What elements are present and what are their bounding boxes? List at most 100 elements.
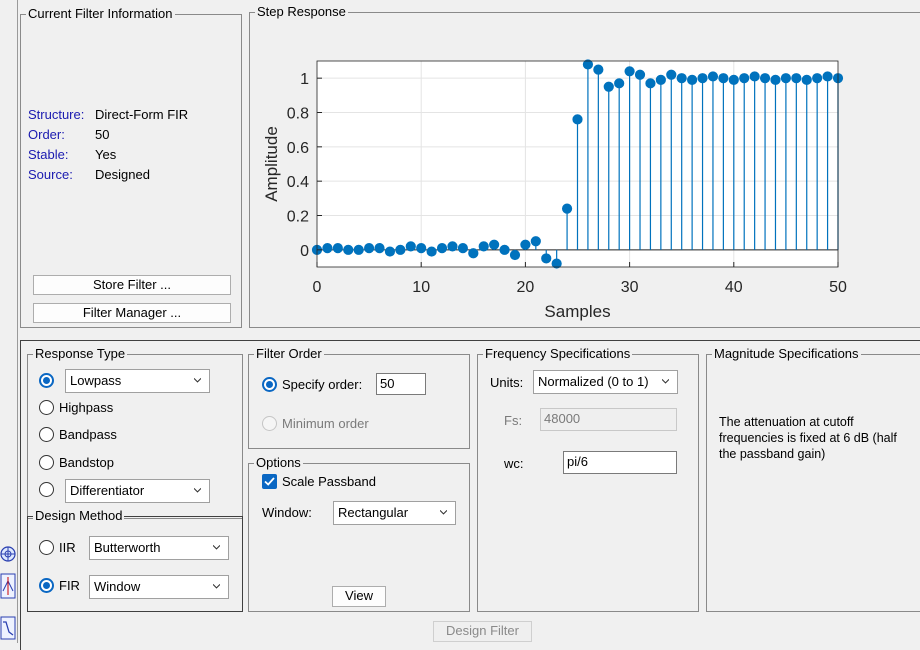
- units-select[interactable]: Normalized (0 to 1): [533, 370, 678, 394]
- stem-marker: [322, 243, 333, 254]
- stem-marker: [489, 239, 500, 250]
- y-tick-label: 0.6: [287, 140, 309, 157]
- specify-order-label: Specify order:: [282, 377, 363, 392]
- frequency-specs-title: Frequency Specifications: [483, 346, 633, 362]
- options-title: Options: [254, 455, 303, 471]
- lowpass-select[interactable]: Lowpass: [65, 369, 210, 393]
- magnitude-plot-icon[interactable]: [0, 616, 16, 640]
- units-label: Units:: [490, 375, 524, 390]
- left-edge-line: [17, 0, 18, 643]
- stem-marker: [645, 78, 656, 89]
- response-type-title: Response Type: [33, 346, 128, 362]
- x-tick-label: 30: [621, 279, 639, 296]
- x-tick-label: 40: [725, 279, 743, 296]
- stem-marker: [770, 74, 781, 85]
- minimum-order-radio[interactable]: [262, 416, 277, 431]
- y-tick-label: 0.8: [287, 106, 309, 123]
- stem-marker: [509, 249, 521, 261]
- fir-radio[interactable]: [39, 578, 54, 593]
- x-axis-label: Samples: [544, 302, 610, 321]
- design-filter-button[interactable]: Design Filter: [433, 621, 532, 642]
- x-tick-label: 20: [517, 279, 535, 296]
- step-response-chart: 0 10 20 30 40 50 0 0.2 0.4 0.6 0.8 1 Samples Amplitud…: [262, 59, 847, 321]
- order-value: 50: [95, 127, 110, 142]
- order-input[interactable]: 50: [376, 373, 426, 395]
- iir-radio[interactable]: [39, 540, 54, 555]
- scale-passband-checkbox[interactable]: [262, 474, 277, 489]
- stem-marker: [676, 73, 687, 84]
- iir-label: IIR: [59, 540, 76, 555]
- design-method-title: Design Method: [33, 508, 125, 524]
- bandpass-radio[interactable]: [39, 427, 54, 442]
- y-axis-label: Amplitude: [262, 126, 281, 202]
- stem-marker: [436, 243, 448, 254]
- y-tick-label: 0.4: [287, 174, 309, 191]
- stem-marker: [530, 236, 541, 247]
- stem-marker: [603, 81, 614, 92]
- chevron-down-icon: [213, 545, 220, 550]
- structure-value: Direct-Form FIR: [95, 107, 189, 122]
- fir-label: FIR: [59, 578, 80, 593]
- highpass-label: Highpass: [59, 400, 114, 415]
- highpass-radio[interactable]: [39, 400, 54, 415]
- stem-marker: [593, 64, 604, 75]
- bandstop-radio[interactable]: [39, 455, 54, 470]
- stem-marker: [614, 78, 625, 89]
- stem-marker: [499, 244, 510, 255]
- iir-select-value: Butterworth: [94, 540, 161, 555]
- stem-marker: [374, 243, 385, 254]
- stem-marker: [728, 74, 739, 85]
- wc-label: wc:: [504, 456, 524, 471]
- y-tick-label: 0: [300, 243, 309, 260]
- differentiator-select[interactable]: Differentiator: [65, 479, 210, 503]
- source-value: Designed: [95, 167, 150, 182]
- window-select[interactable]: Rectangular: [333, 501, 456, 525]
- iir-select[interactable]: Butterworth: [89, 536, 229, 560]
- filter-manager-button[interactable]: Filter Manager ...: [33, 303, 231, 323]
- target-icon[interactable]: [0, 544, 16, 564]
- stem-marker: [739, 73, 750, 84]
- stem-marker: [395, 244, 406, 255]
- stem-marker: [801, 74, 812, 85]
- stem-marker: [687, 74, 698, 85]
- differentiator-radio[interactable]: [39, 482, 54, 497]
- fir-select-value: Window: [94, 579, 141, 594]
- stable-key: Stable:: [28, 147, 69, 162]
- fir-select[interactable]: Window: [89, 575, 229, 599]
- fs-input[interactable]: 48000: [540, 408, 677, 431]
- magnitude-specs-text: The attenuation at cutoff frequencies is…: [719, 415, 897, 461]
- stem-marker: [697, 73, 708, 84]
- stem-marker: [624, 66, 635, 77]
- chevron-down-icon: [194, 488, 201, 493]
- specify-order-radio[interactable]: [262, 377, 277, 392]
- magnitude-specs-group: Magnitude Specifications The attenuation…: [706, 346, 920, 612]
- wc-input[interactable]: pi/6: [563, 451, 677, 474]
- stem-marker: [520, 239, 531, 250]
- chevron-down-icon: [662, 379, 669, 384]
- fs-label: Fs:: [504, 413, 523, 428]
- chevron-down-icon: [213, 584, 220, 589]
- stem-marker: [468, 248, 479, 259]
- scale-passband-label: Scale Passband: [282, 474, 376, 489]
- stem-marker: [812, 73, 823, 84]
- pole-zero-icon[interactable]: [0, 573, 16, 599]
- magnitude-specs-title: Magnitude Specifications: [712, 346, 861, 362]
- window-select-value: Rectangular: [338, 505, 409, 520]
- design-method-group: Design Method IIR Butterworth FIR Window: [27, 508, 243, 612]
- stem-marker: [457, 243, 468, 254]
- lowpass-radio[interactable]: [39, 373, 54, 388]
- x-tick-label: 10: [412, 279, 430, 296]
- stem-marker: [749, 71, 760, 82]
- stem-marker: [426, 246, 437, 257]
- x-tick-label: 50: [829, 279, 847, 296]
- store-filter-button[interactable]: Store Filter ...: [33, 275, 231, 295]
- differentiator-select-value: Differentiator: [70, 483, 145, 498]
- stem-marker: [655, 74, 666, 85]
- left-toolbar: [0, 540, 17, 643]
- bandpass-label: Bandpass: [59, 427, 117, 442]
- stem-marker: [384, 246, 396, 257]
- stem-marker: [780, 73, 792, 84]
- stem-marker: [405, 241, 416, 252]
- chevron-down-icon: [194, 378, 201, 383]
- view-button[interactable]: View: [332, 586, 386, 607]
